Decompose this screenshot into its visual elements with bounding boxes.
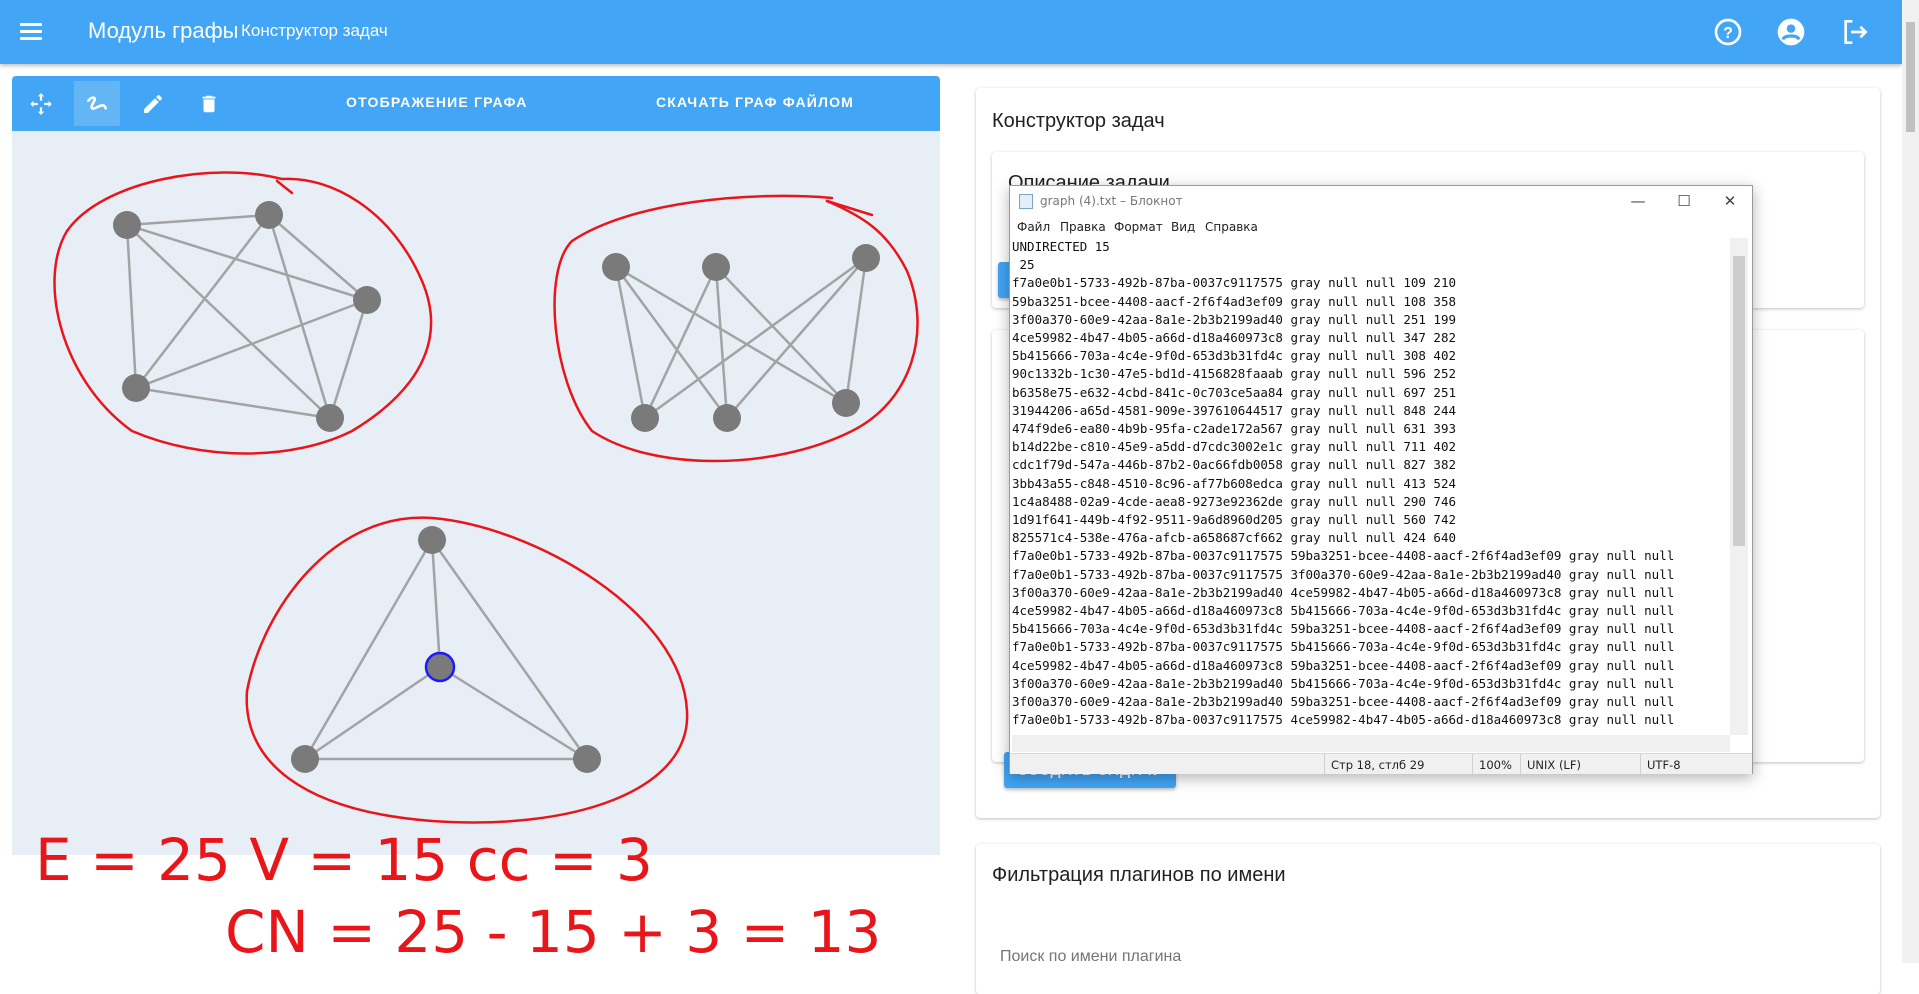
annotation-circle (53, 171, 433, 455)
graph-node (316, 404, 344, 432)
maximize-icon[interactable]: ☐ (1664, 190, 1704, 212)
graph-node (122, 374, 150, 402)
move-icon[interactable] (18, 81, 64, 126)
graph-drawing[interactable] (12, 131, 940, 855)
display-graph-button[interactable]: ОТОБРАЖЕНИЕ ГРАФА (346, 94, 528, 110)
graph-node (353, 286, 381, 314)
menu-file[interactable]: Файл (1017, 220, 1050, 234)
graph-node (713, 404, 741, 432)
annotation-circle (245, 516, 689, 824)
notepad-horizontal-scrollbar[interactable] (1012, 735, 1730, 752)
graph-node (602, 253, 630, 281)
logout-icon[interactable] (1839, 16, 1871, 48)
graph-node (852, 244, 880, 272)
page-scrollbar[interactable] (1902, 0, 1919, 963)
graph-nodes (113, 201, 880, 773)
plugin-filter-card: Фильтрация плагинов по имени Поиск по им… (976, 844, 1880, 994)
graph-edges (125, 213, 868, 761)
notepad-menubar: Файл Правка Формат Вид Справка (1010, 217, 1752, 237)
menu-edit[interactable]: Правка (1060, 220, 1106, 234)
svg-text:?: ? (1723, 25, 1733, 42)
graph-node (702, 253, 730, 281)
status-encoding: UTF-8 (1647, 758, 1681, 772)
annotation-circles (53, 171, 919, 824)
annotation-stroke (275, 179, 294, 195)
graph-node (418, 526, 446, 554)
graph-canvas[interactable] (12, 131, 940, 855)
delete-icon[interactable] (186, 81, 232, 126)
edit-icon[interactable] (130, 81, 176, 126)
handwritten-line-2: CN = 25 - 15 + 3 = 13 (225, 898, 881, 963)
account-icon[interactable] (1775, 16, 1807, 48)
notepad-window[interactable]: graph (4).txt – Блокнот — ☐ ✕ Файл Правк… (1009, 185, 1753, 774)
minimize-icon[interactable]: — (1618, 190, 1658, 212)
menu-icon[interactable] (16, 20, 46, 44)
graph-node (255, 201, 283, 229)
graph-node (631, 404, 659, 432)
status-eol: UNIX (LF) (1527, 758, 1581, 772)
notepad-text-area[interactable]: UNDIRECTED 15 25 f7a0e0b1-5733-492b-87ba… (1012, 238, 1730, 735)
notepad-title: graph (4).txt – Блокнот (1040, 194, 1183, 208)
constructor-title: Конструктор задач (992, 110, 1165, 132)
notepad-icon (1019, 194, 1033, 209)
graph-node (832, 389, 860, 417)
plugin-search-input[interactable]: Поиск по имени плагина (1000, 948, 1181, 966)
status-zoom: 100% (1479, 758, 1512, 772)
graph-toolbar: ОТОБРАЖЕНИЕ ГРАФА СКАЧАТЬ ГРАФ ФАЙЛОМ (12, 76, 940, 131)
graph-node (291, 745, 319, 773)
draw-edge-icon[interactable] (74, 81, 120, 126)
download-graph-button[interactable]: СКАЧАТЬ ГРАФ ФАЙЛОМ (656, 94, 854, 110)
plugin-filter-title: Фильтрация плагинов по имени (992, 864, 1286, 886)
graph-node-selected (424, 651, 456, 683)
handwritten-note: E = 25 V = 15 cc = 3 CN = 25 - 15 + 3 = … (35, 826, 881, 963)
notepad-statusbar: Стр 18, стлб 29 100% UNIX (LF) UTF-8 (1010, 753, 1752, 774)
notepad-titlebar[interactable]: graph (4).txt – Блокнот — ☐ ✕ (1010, 186, 1752, 216)
notepad-vertical-scrollbar[interactable] (1730, 238, 1748, 735)
handwritten-line-1: E = 25 V = 15 cc = 3 (35, 826, 653, 894)
notepad-content[interactable]: UNDIRECTED 15 25 f7a0e0b1-5733-492b-87ba… (1012, 238, 1730, 729)
menu-format[interactable]: Формат (1114, 220, 1163, 234)
app-title: Модуль графы (88, 18, 239, 43)
app-bar: Модуль графы Конструктор задач ? (0, 0, 1902, 64)
graph-node (573, 745, 601, 773)
status-position: Стр 18, стлб 29 (1331, 758, 1425, 772)
help-icon[interactable]: ? (1712, 16, 1744, 48)
menu-help[interactable]: Справка (1205, 220, 1258, 234)
page-subtitle: Конструктор задач (241, 21, 388, 40)
menu-view[interactable]: Вид (1171, 220, 1195, 234)
close-icon[interactable]: ✕ (1710, 190, 1750, 212)
graph-node (113, 211, 141, 239)
